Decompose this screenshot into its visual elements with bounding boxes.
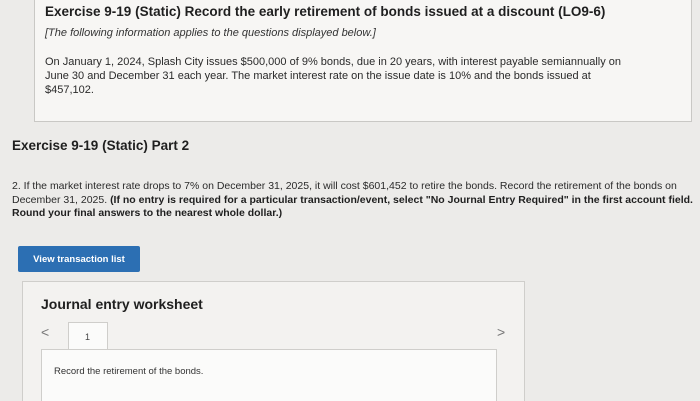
worksheet-instruction: Record the retirement of the bonds. — [54, 366, 204, 377]
question-instruction: (If no entry is required for a particula… — [12, 193, 693, 220]
part-title: Exercise 9-19 (Static) Part 2 — [12, 138, 190, 153]
exercise-info-box: Exercise 9-19 (Static) Record the early … — [34, 0, 692, 122]
exercise-note: [The following information applies to th… — [45, 27, 376, 39]
exercise-title: Exercise 9-19 (Static) Record the early … — [45, 4, 606, 19]
view-transaction-list-button[interactable]: View transaction list — [18, 246, 140, 272]
exercise-text: On January 1, 2024, Splash City issues $… — [45, 56, 622, 96]
worksheet-title: Journal entry worksheet — [41, 296, 203, 312]
question-text: 2. If the market interest rate drops to … — [12, 180, 698, 221]
worksheet-panel: Record the retirement of the bonds. — [41, 349, 497, 401]
chevron-left-icon[interactable]: < — [41, 324, 49, 340]
chevron-right-icon[interactable]: > — [497, 324, 505, 340]
journal-entry-worksheet: Journal entry worksheet < 1 > Record the… — [22, 281, 525, 401]
worksheet-tab-1[interactable]: 1 — [68, 322, 108, 350]
